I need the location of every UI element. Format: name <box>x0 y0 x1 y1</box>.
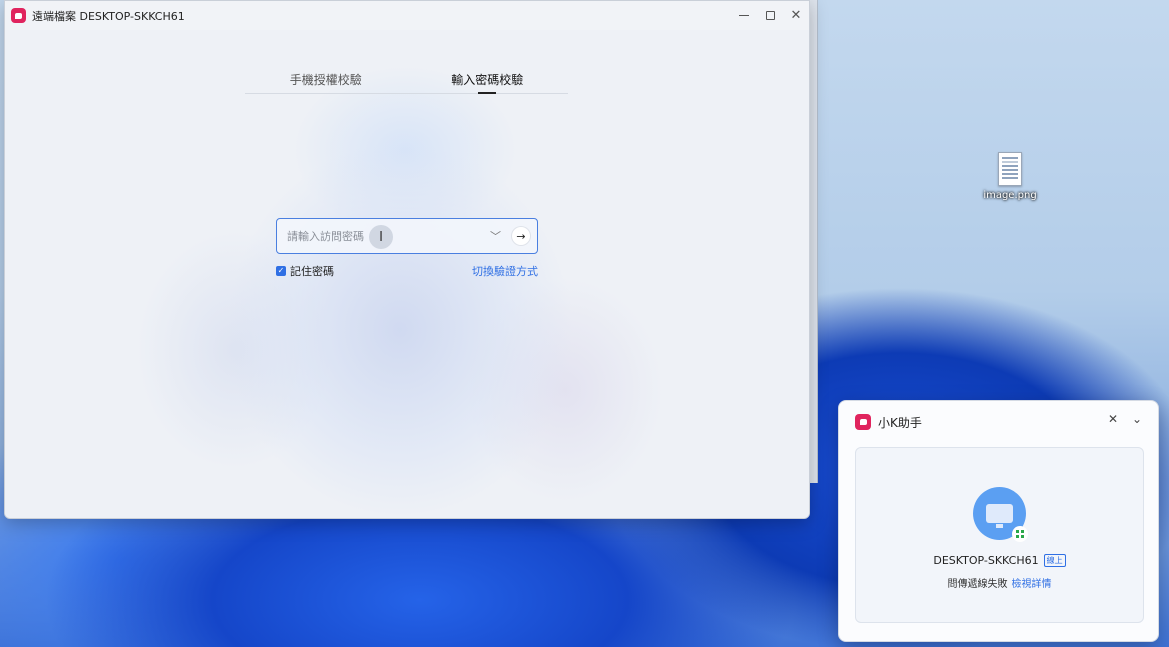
status-row: 問傳遞線失敗 檢視詳情 <box>856 575 1143 590</box>
minimize-icon <box>739 15 749 16</box>
maximize-button[interactable] <box>757 1 783 30</box>
assistant-logo-icon <box>855 414 871 430</box>
online-status-badge: 線上 <box>1043 554 1066 567</box>
view-details-link[interactable]: 檢視詳情 <box>1012 575 1052 590</box>
monitor-icon <box>986 504 1013 528</box>
chevron-down-icon: ⌄ <box>1131 412 1143 426</box>
assistant-title: 小K助手 <box>878 415 922 430</box>
tab-password-verification[interactable]: 輸入密碼校驗 <box>407 67 569 94</box>
assistant-panel: 小K助手 ✕ ⌄ DESKTOP-SKKCH61 線上 問傳遞線失敗 檢視詳情 <box>838 400 1159 642</box>
verification-content: 手機授權校驗 輸入密碼校驗 I ﹀ → ✓ 記住密碼 切換驗證方式 <box>5 30 809 518</box>
app-logo-icon <box>11 8 26 23</box>
image-file-icon <box>998 152 1022 186</box>
remember-password-checkbox[interactable]: ✓ 記住密碼 <box>276 263 334 279</box>
titlebar[interactable]: 遠端檔案 DESKTOP-SKKCH61 ✕ <box>5 1 809 30</box>
assistant-header: 小K助手 ✕ ⌄ <box>839 401 1158 443</box>
close-icon: ✕ <box>1107 412 1119 426</box>
desktop-file-icon[interactable]: image.png <box>978 152 1042 201</box>
assistant-controls: ✕ ⌄ <box>1106 412 1144 426</box>
assistant-collapse-button[interactable]: ⌄ <box>1130 412 1144 426</box>
device-row: DESKTOP-SKKCH61 線上 <box>856 554 1143 567</box>
close-button[interactable]: ✕ <box>783 1 809 30</box>
arrow-right-icon: → <box>516 229 526 243</box>
desktop-file-label: image.png <box>983 190 1037 201</box>
checkbox-checked-icon[interactable]: ✓ <box>276 266 286 276</box>
eye-closed-icon[interactable]: ﹀ <box>490 228 501 244</box>
window-controls: ✕ <box>731 1 809 30</box>
device-name: DESKTOP-SKKCH61 <box>933 554 1039 567</box>
maximize-icon <box>765 11 775 20</box>
password-field[interactable]: I ﹀ → <box>276 218 538 254</box>
device-avatar <box>973 487 1028 542</box>
background-window-edge <box>810 0 818 483</box>
window-title: 遠端檔案 DESKTOP-SKKCH61 <box>32 9 185 23</box>
minimize-button[interactable] <box>731 1 757 30</box>
remember-password-label: 記住密碼 <box>290 265 334 278</box>
switch-verification-link[interactable]: 切換驗證方式 <box>472 263 538 279</box>
device-card[interactable]: DESKTOP-SKKCH61 線上 問傳遞線失敗 檢視詳情 <box>855 447 1144 623</box>
close-icon: ✕ <box>790 8 802 23</box>
submit-arrow-button[interactable]: → <box>512 227 530 245</box>
tab-phone-authorization[interactable]: 手機授權校驗 <box>245 67 407 93</box>
text-cursor-icon: I <box>369 225 393 249</box>
connection-status-text: 問傳遞線失敗 <box>947 579 1008 590</box>
remote-file-window: 遠端檔案 DESKTOP-SKKCH61 ✕ 手機授權校驗 輸入密碼校驗 I ﹀… <box>4 0 810 519</box>
windows-logo-icon <box>1012 526 1028 542</box>
verification-tabs: 手機授權校驗 輸入密碼校驗 <box>245 67 568 94</box>
remember-row: ✓ 記住密碼 切換驗證方式 <box>276 263 538 279</box>
assistant-close-button[interactable]: ✕ <box>1106 412 1120 426</box>
